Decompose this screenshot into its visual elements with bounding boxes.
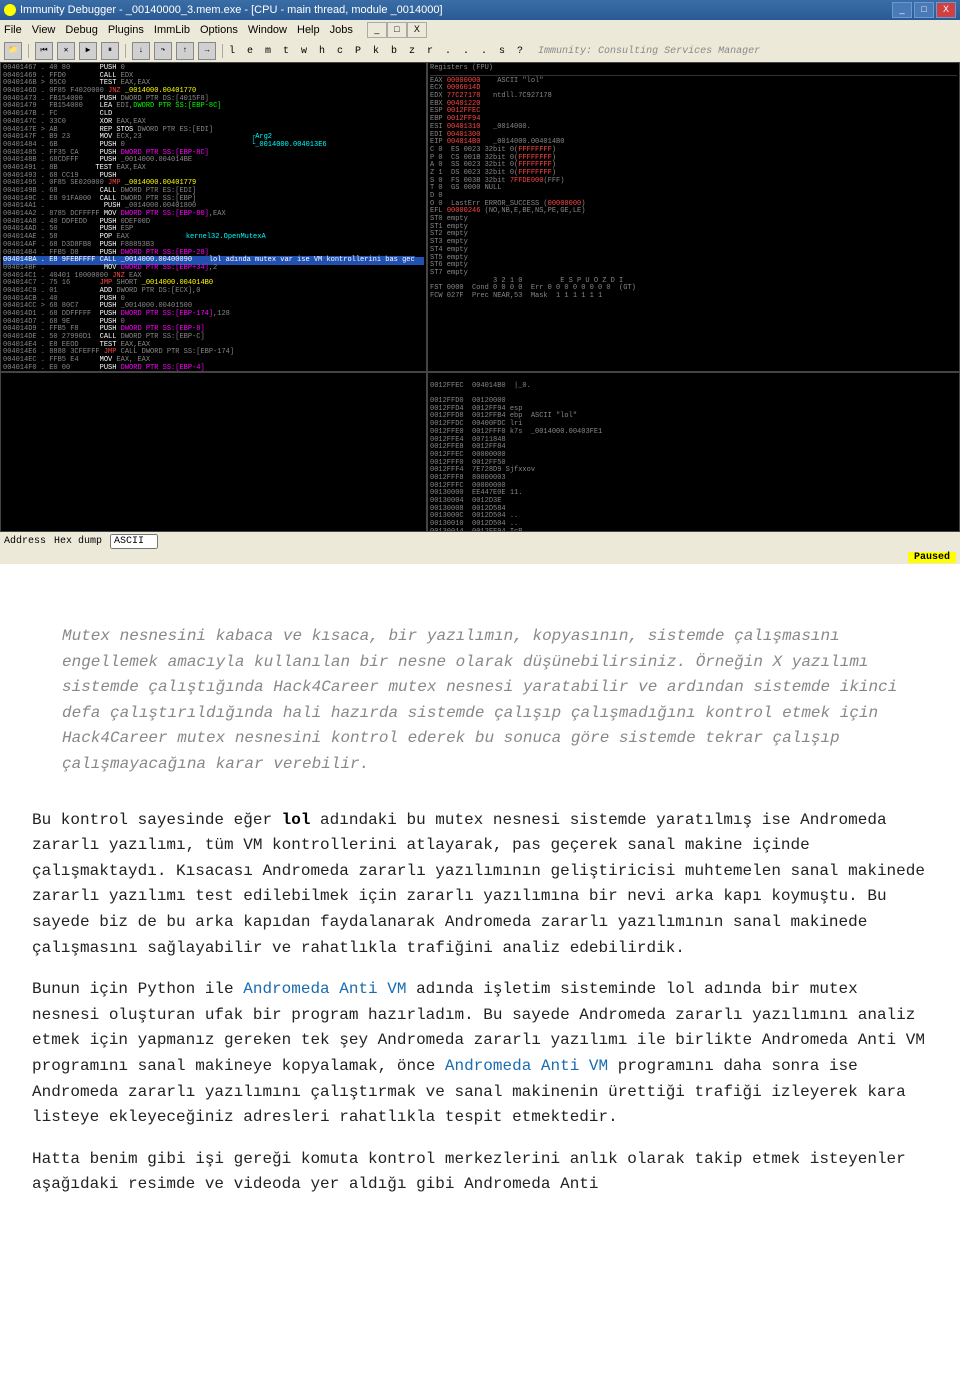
registers-pane[interactable]: Registers (FPU) EAX 00000000 ASCII "lol"… (427, 62, 960, 372)
registers-header: Registers (FPU) (430, 65, 957, 76)
stack-header: 0012FFEC 004014B0 |_0. (430, 383, 957, 391)
mdi-restore[interactable]: □ (387, 22, 407, 38)
menu-jobs[interactable]: Jobs (330, 24, 353, 36)
menu-help[interactable]: Help (297, 24, 320, 36)
stack-line[interactable]: 0012FFF4 7E728D9 Sjfxxov (430, 467, 957, 475)
mdi-close[interactable]: X (407, 22, 427, 38)
menu-view[interactable]: View (32, 24, 56, 36)
register-line[interactable]: ST2 empty (430, 231, 957, 239)
register-line[interactable]: T 0 GS 0000 NULL (430, 185, 957, 193)
menu-immlib[interactable]: ImmLib (154, 24, 190, 36)
paused-badge: Paused (908, 552, 956, 563)
paragraph-2: Bunun için Python ile Andromeda Anti VM … (32, 977, 928, 1131)
register-line[interactable]: EAX 00000000 ASCII "lol" (430, 78, 957, 86)
register-line[interactable]: ST1 empty (430, 224, 957, 232)
bold-lol: lol (282, 811, 311, 829)
titlebar[interactable]: Immunity Debugger - _00140000_3.mem.exe … (0, 0, 960, 20)
register-line[interactable]: EBX 00401220 (430, 101, 957, 109)
close-x-icon[interactable]: ✕ (57, 42, 75, 60)
register-line[interactable]: ST3 empty (430, 239, 957, 247)
step-out-icon[interactable]: ↑ (176, 42, 194, 60)
menu-file[interactable]: File (4, 24, 22, 36)
step-into-icon[interactable]: ↓ (132, 42, 150, 60)
register-line[interactable]: ST0 empty (430, 216, 957, 224)
menu-window[interactable]: Window (248, 24, 287, 36)
stack-line[interactable]: 00130014 0012FF94 IcP. (430, 529, 957, 532)
close-button[interactable]: X (936, 2, 956, 18)
paragraph-3: Hatta benim gibi işi gereği komuta kontr… (32, 1147, 928, 1198)
minimize-button[interactable]: _ (892, 2, 912, 18)
menu-debug[interactable]: Debug (65, 24, 97, 36)
menu-plugins[interactable]: Plugins (108, 24, 144, 36)
toolbar-letters[interactable]: l e m t w h c P k b z r . . . s ? (229, 46, 526, 57)
register-line[interactable]: ESP 0012FFEC (430, 108, 957, 116)
mdi-minimize[interactable]: _ (367, 22, 387, 38)
rewind-icon[interactable]: ⏮ (35, 42, 53, 60)
pause-icon[interactable]: ⏸ (101, 42, 119, 60)
article-content: Mutex nesnesini kabaca ve kısaca, bir ya… (0, 564, 960, 1254)
status-bar: Paused (0, 551, 960, 564)
link-andromeda-1[interactable]: Andromeda Anti VM (243, 980, 406, 998)
open-icon[interactable]: 📁 (4, 42, 22, 60)
register-line[interactable]: ST4 empty (430, 247, 957, 255)
register-line[interactable]: ST6 empty (430, 262, 957, 270)
register-line[interactable]: ESI 00401310 _0014000. (430, 124, 957, 132)
stack-line[interactable]: 0012FFEC 00000000 (430, 452, 957, 460)
stack-line[interactable]: 0012FFE8 0012FF84 (430, 444, 957, 452)
play-icon[interactable]: ▶ (79, 42, 97, 60)
stack-line[interactable]: 0012FFF8 80000003 (430, 475, 957, 483)
link-andromeda-2[interactable]: Andromeda Anti VM (445, 1057, 608, 1075)
toolbar: 📁 ⏮ ✕ ▶ ⏸ ↓ ↷ ↑ → l e m t w h c P k b z … (0, 40, 960, 62)
disassembly-pane[interactable]: 00401467 . 40 80 PUSH 000401469 . FFD0 C… (0, 62, 427, 372)
register-line[interactable]: EDX 77C27178 ntdll.7C927178 (430, 93, 957, 101)
stack-line[interactable]: 0012FFE0 0012FFF0 k7s _0014000.00403FE1 (430, 429, 957, 437)
run-to-icon[interactable]: → (198, 42, 216, 60)
stack-pane[interactable]: 0012FFEC 004014B0 |_0. 0012FFD0 00120000… (427, 372, 960, 532)
debugger-window: Immunity Debugger - _00140000_3.mem.exe … (0, 0, 960, 564)
menubar: File View Debug Plugins ImmLib Options W… (0, 20, 960, 40)
app-icon (4, 4, 16, 16)
asm-line[interactable]: 004014F0 . E0 00 PUSH DWORD PTR SS:[EBP-… (3, 365, 424, 372)
register-line[interactable]: ST5 empty (430, 255, 957, 263)
menu-options[interactable]: Options (200, 24, 238, 36)
stack-line[interactable]: 0012FFE4 00711848 (430, 437, 957, 445)
address-label: Address (4, 536, 46, 547)
register-line[interactable]: FCW 027F Prec NEAR,53 Mask 1 1 1 1 1 1 (430, 293, 957, 301)
register-line[interactable]: S 0 FS 003B 32bit 7FFDE000(FFF) (430, 178, 957, 186)
paragraph-1: Bu kontrol sayesinde eğer lol adındaki b… (32, 808, 928, 962)
quote-block: Mutex nesnesini kabaca ve kısaca, bir ya… (32, 624, 928, 778)
toolbar-brand: Immunity: Consulting Services Manager (538, 46, 760, 57)
register-line[interactable]: EFL 00000246 (NO,NB,E,BE,NS,PE,GE,LE) (430, 208, 957, 216)
stack-line[interactable]: 00130004 0012D3E (430, 498, 957, 506)
dump-pane[interactable] (0, 372, 427, 532)
step-over-icon[interactable]: ↷ (154, 42, 172, 60)
maximize-button[interactable]: □ (914, 2, 934, 18)
ascii-input[interactable] (110, 534, 158, 549)
hex-label: Hex dump (54, 536, 102, 547)
address-bar: Address Hex dump (0, 532, 960, 551)
stack-line[interactable]: 00130000 EE447E0E 11. (430, 490, 957, 498)
title-text: Immunity Debugger - _00140000_3.mem.exe … (20, 4, 443, 16)
